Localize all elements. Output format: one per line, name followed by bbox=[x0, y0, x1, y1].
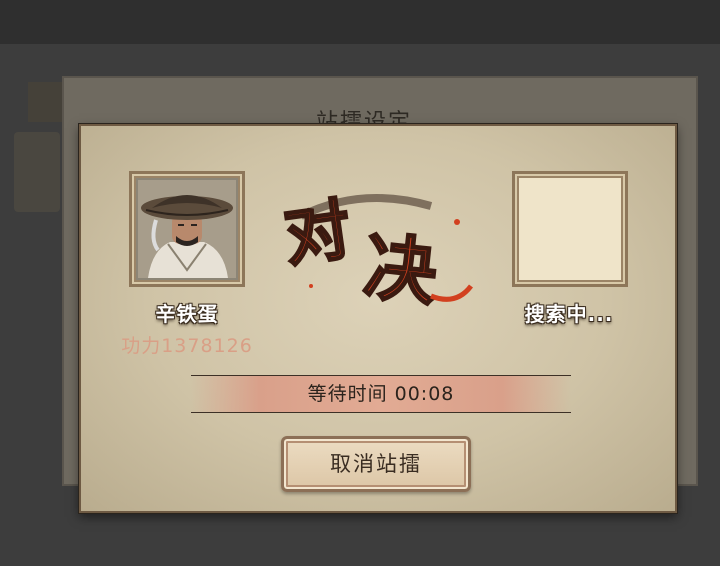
vs-char-1: 对 bbox=[281, 190, 356, 276]
player-portrait-frame bbox=[129, 171, 245, 287]
top-bar bbox=[0, 0, 720, 44]
wait-timer-bar: 等待时间 00:08 bbox=[191, 375, 571, 413]
wait-timer-text: 等待时间 00:08 bbox=[307, 383, 455, 405]
background-side-avatar bbox=[14, 132, 60, 212]
duel-matchmaking-dialog: 辛铁蛋 功力1378126 对 决 搜索中... 等待时间 00:08 取消站擂 bbox=[79, 124, 677, 513]
opponent-search-status: 搜索中... bbox=[524, 302, 614, 326]
duel-title-emblem: 对 决 bbox=[278, 176, 481, 317]
player-power: 功力1378126 bbox=[121, 335, 253, 357]
background-tab bbox=[28, 82, 64, 122]
vs-char-2: 决 bbox=[360, 223, 441, 315]
player-name: 辛铁蛋 bbox=[155, 302, 219, 326]
cancel-duel-button[interactable]: 取消站擂 bbox=[281, 436, 471, 492]
player-avatar bbox=[138, 180, 236, 278]
opponent-portrait-frame-empty bbox=[512, 171, 628, 287]
